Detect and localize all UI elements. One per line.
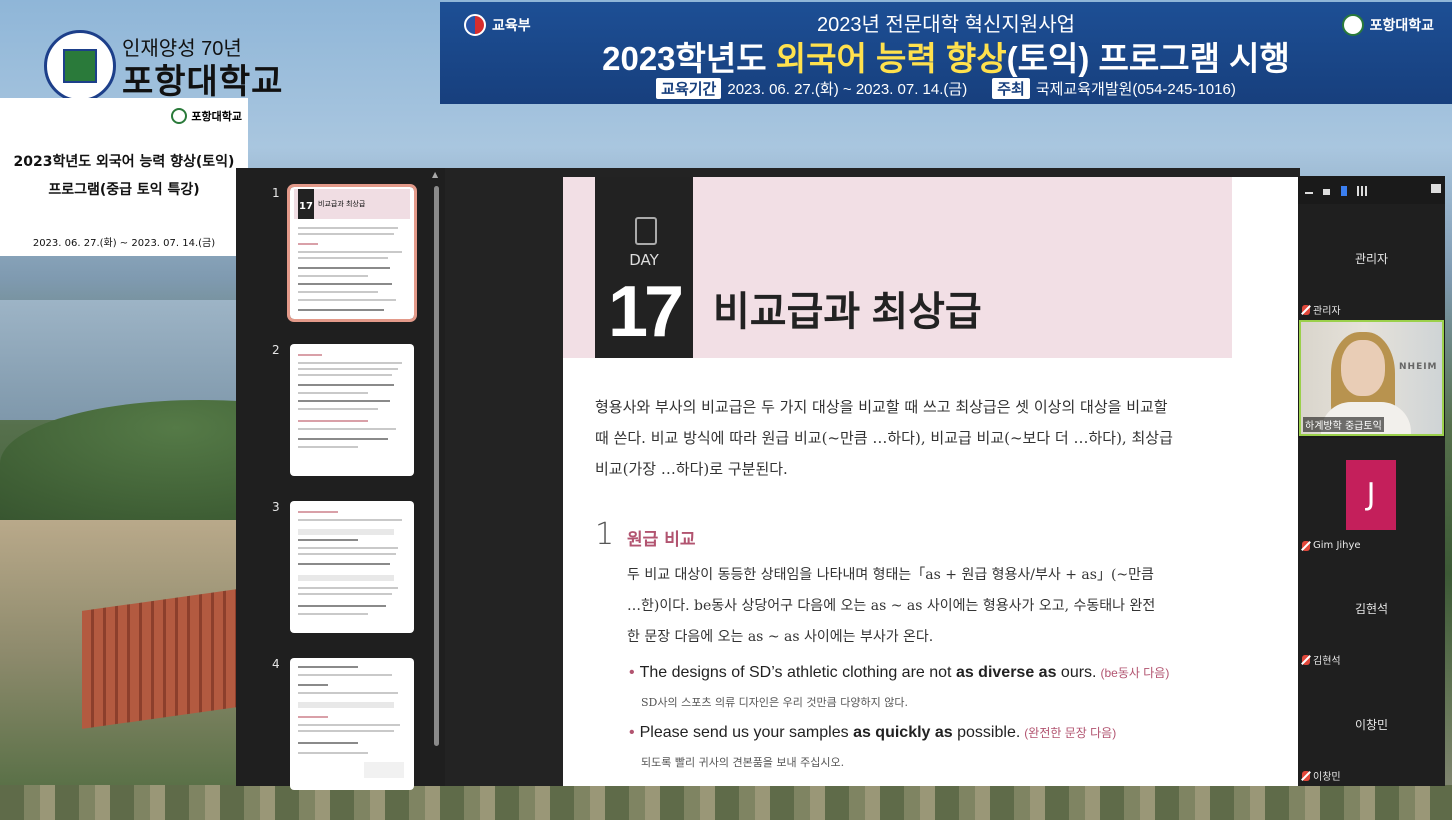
participant-tile[interactable]: 김현석 김현석: [1298, 554, 1445, 670]
card-univ-logo: 포항대학교: [171, 108, 242, 124]
thumbnail-number: 1: [272, 186, 280, 200]
participant-video-tile[interactable]: NHEIM 하계방학 중급토익: [1299, 320, 1444, 436]
example-note: (완전한 문장 다음): [1024, 726, 1117, 740]
mic-muted-icon: [1302, 304, 1310, 315]
program-banner: 교육부 포항대학교 2023년 전문대학 혁신지원사업 2023학년도 외국어 …: [440, 2, 1452, 104]
banner-title-part: (토익) 프로그램 시행: [1006, 40, 1290, 77]
participant-label-text: 이창민: [1313, 772, 1341, 783]
mic-muted-icon: [1302, 654, 1310, 665]
mic-muted-icon: [1302, 540, 1310, 551]
thumbnail-number: 2: [272, 343, 280, 357]
section-body: 두 비교 대상이 동등한 상태임을 나타내며 형태는「as + 원급 형용사/부…: [627, 567, 1156, 645]
document-viewer: 1 17 비교급과 최상급 2 3 4 ▲ DAY 17 비교급과 최상급 형용…: [236, 168, 1300, 790]
thumb-title: 비교급과 최상급: [318, 200, 366, 208]
thumbnail-panel[interactable]: 1 17 비교급과 최상급 2 3 4 ▲: [236, 168, 445, 790]
participant-label-text: 하계방학 중급토익: [1303, 417, 1384, 432]
course-period: 2023. 06. 27.(화) ~ 2023. 07. 14.(금): [32, 238, 216, 249]
thumbnail-number: 3: [272, 500, 280, 514]
thumbnail-page-2[interactable]: [290, 344, 414, 476]
thumbnail-page-4[interactable]: [290, 658, 414, 790]
avatar: J: [1346, 460, 1396, 530]
univ-seal-icon: [171, 108, 188, 124]
example-text: ours.: [1056, 664, 1097, 681]
background-building: [82, 589, 237, 729]
thumbnail-page-1[interactable]: 17 비교급과 최상급: [287, 184, 417, 322]
video-face: [1341, 340, 1385, 396]
example-text: possible.: [952, 724, 1021, 741]
day-block: DAY 17: [595, 177, 693, 358]
example-sentence-2: • Please send us your samples as quickly …: [629, 724, 1116, 742]
document-page: DAY 17 비교급과 최상급 형용사와 부사의 비교급은 두 가지 대상을 비…: [563, 177, 1300, 786]
banner-details: 교육기간 2023. 06. 27.(화) ~ 2023. 07. 14.(금) …: [440, 78, 1452, 99]
banner-title-part: 2023학년도: [602, 40, 776, 77]
minimize-icon[interactable]: [1305, 192, 1313, 194]
participant-name: 관리자: [1354, 252, 1389, 266]
participant-name: 김현석: [1354, 602, 1389, 616]
period-text: 2023. 06. 27.(화) ~ 2023. 07. 14.(금): [727, 81, 968, 98]
scroll-up-arrow-icon[interactable]: ▲: [432, 170, 438, 179]
example-sentence-1: • The designs of SD’s athletic clothing a…: [629, 664, 1169, 682]
section-number: 1: [595, 517, 615, 552]
course-title-line2: 프로그램(중급 토익 특강): [48, 182, 200, 198]
university-seal-icon: [44, 30, 116, 102]
course-title-line1: 2023학년도 외국어 능력 향상(토익): [13, 154, 235, 170]
example-text: The designs of SD’s athletic clothing ar…: [639, 664, 956, 681]
participants-panel: 관리자 관리자 NHEIM 하계방학 중급토익 Gim Jihye J 김현석 …: [1298, 176, 1445, 786]
view-controls: [1298, 176, 1445, 206]
example-text: Please send us your samples: [639, 724, 854, 741]
example-translation-2: 되도록 빨리 귀사의 견본품을 보내 주십시오.: [641, 756, 845, 769]
thumbnail-number: 4: [272, 657, 280, 671]
thumb-day-number: 17: [298, 189, 314, 219]
participant-label: Gim Jihye: [1302, 540, 1361, 551]
clipboard-icon: [635, 217, 657, 245]
bullet-icon: •: [629, 664, 635, 681]
expand-icon[interactable]: [1431, 184, 1441, 193]
day-label: DAY: [629, 251, 659, 269]
host-tag: 주최: [992, 78, 1030, 99]
speaker-view-icon[interactable]: [1341, 186, 1347, 196]
background-trees: [0, 785, 1452, 820]
bullet-icon: •: [629, 724, 635, 741]
example-bold: as diverse as: [955, 664, 1057, 681]
course-title: 2023학년도 외국어 능력 향상(토익) 프로그램(중급 토익 특강): [0, 148, 248, 204]
participant-tile[interactable]: 관리자 관리자: [1298, 204, 1445, 320]
host-text: 국제교육개발원(054-245-1016): [1035, 81, 1236, 98]
participant-tile[interactable]: 이창민 이창민: [1298, 670, 1445, 786]
participant-label: 이창민: [1302, 768, 1341, 783]
logo-name: 포항대학교: [122, 63, 284, 101]
page-canvas[interactable]: DAY 17 비교급과 최상급 형용사와 부사의 비교급은 두 가지 대상을 비…: [445, 168, 1300, 786]
section-title: 원급 비교: [627, 530, 696, 550]
example-translation-1: SD사의 스포츠 의류 디자인은 우리 것만큼 다양하지 않다.: [641, 696, 908, 709]
period-tag: 교육기간: [656, 78, 722, 99]
card-univ-label: 포항대학교: [191, 110, 242, 123]
intro-paragraph: 형용사와 부사의 비교급은 두 가지 대상을 비교할 때 쓰고 최상급은 셋 이…: [595, 398, 1173, 478]
participant-label: 김현석: [1302, 652, 1341, 667]
course-info-card: 포항대학교 2023학년도 외국어 능력 향상(토익) 프로그램(중급 토익 특…: [0, 98, 248, 256]
page-title: 비교급과 최상급: [713, 290, 982, 334]
thumbnail-scrollbar[interactable]: [434, 186, 439, 746]
participant-label-text: 관리자: [1313, 306, 1341, 317]
example-bold: as quickly as: [853, 724, 953, 741]
participant-label-text: Gim Jihye: [1313, 540, 1361, 551]
day-number: 17: [607, 272, 684, 352]
gallery-view-icon[interactable]: [1357, 186, 1367, 196]
thumbnail-page-3[interactable]: [290, 501, 414, 633]
participant-label: 관리자: [1302, 302, 1341, 317]
mic-muted-icon: [1302, 770, 1310, 781]
banner-title: 2023학년도 외국어 능력 향상(토익) 프로그램 시행: [440, 32, 1452, 80]
example-note: (be동사 다음): [1100, 666, 1170, 680]
single-view-icon[interactable]: [1323, 189, 1330, 195]
banner-title-highlight: 외국어 능력 향상: [775, 40, 1007, 77]
participant-label-text: 김현석: [1313, 656, 1341, 667]
participant-name: 이창민: [1354, 718, 1389, 732]
video-background-sign: NHEIM: [1399, 362, 1438, 372]
